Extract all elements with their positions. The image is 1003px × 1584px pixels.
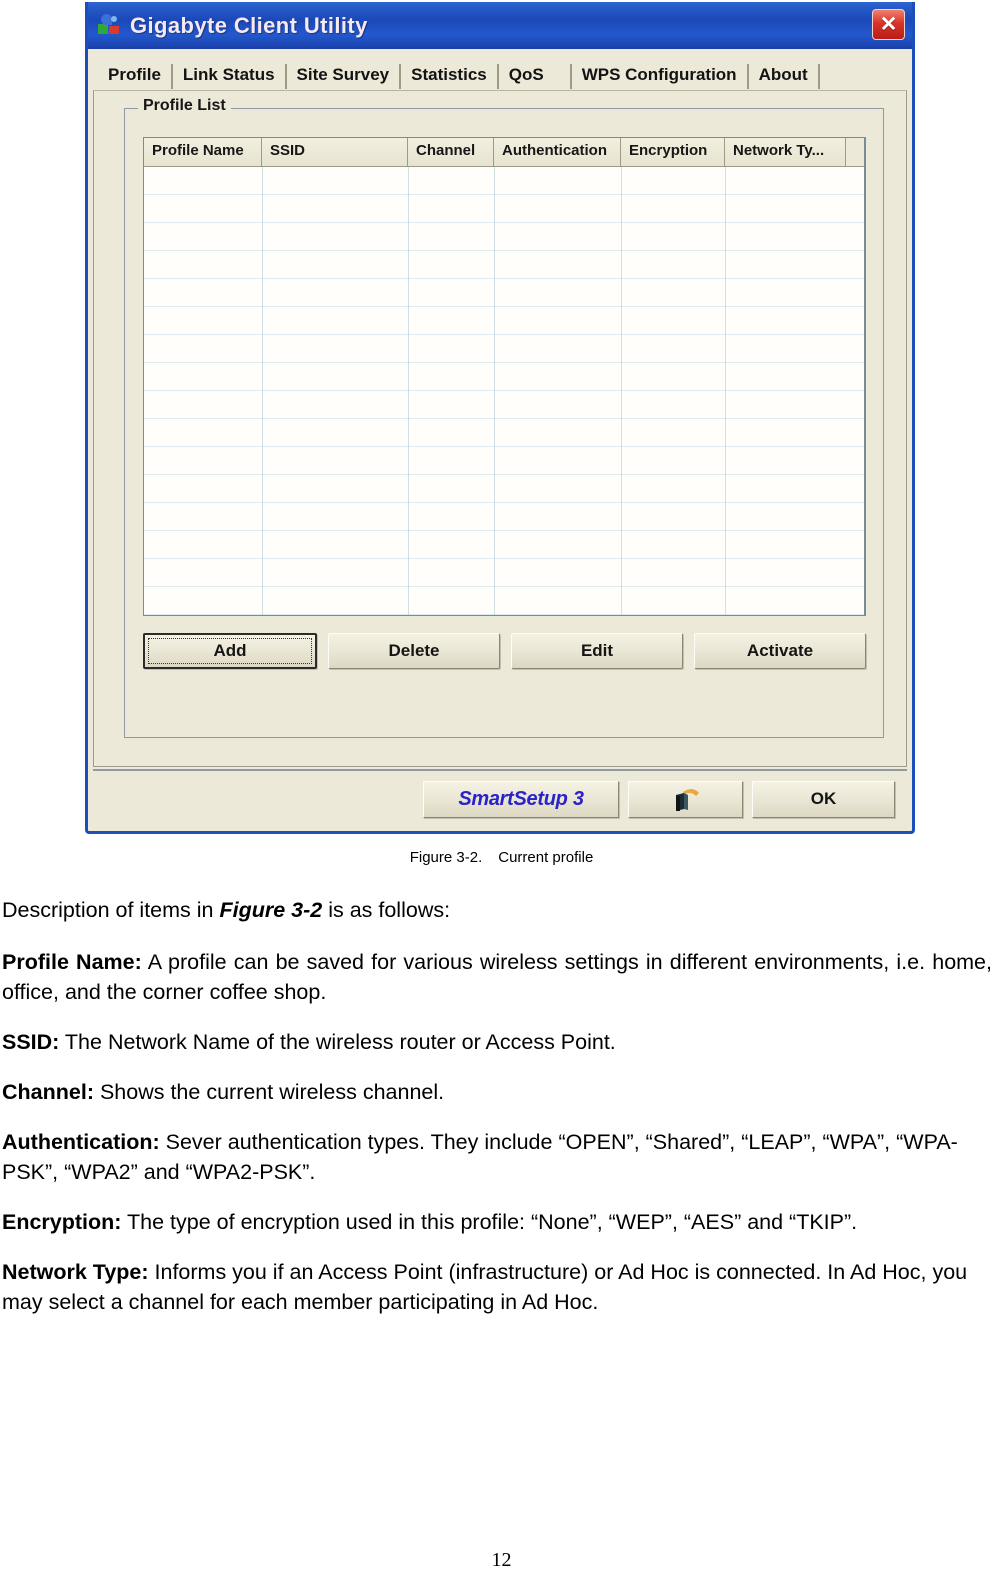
column-gridlines xyxy=(144,167,864,615)
manual-book-icon xyxy=(675,789,699,811)
gigabyte-client-utility-window: Gigabyte Client Utility ✕ Profile Link S… xyxy=(85,2,915,834)
tab-qos[interactable]: QoS xyxy=(499,64,572,89)
tab-statistics[interactable]: Statistics xyxy=(401,64,499,89)
ok-button-label: OK xyxy=(810,789,837,808)
column-header-encryption[interactable]: Encryption xyxy=(621,138,725,166)
figure-title: Current profile xyxy=(498,849,594,866)
profile-list-header: Profile Name SSID Channel Authentication… xyxy=(144,138,864,167)
window-title: Gigabyte Client Utility xyxy=(130,12,368,38)
profile-list-legend: Profile List xyxy=(138,98,231,114)
column-header-ssid[interactable]: SSID xyxy=(262,138,408,166)
edit-button-label: Edit xyxy=(580,641,614,660)
item-term-authentication: Authentication: xyxy=(2,1130,160,1154)
tab-site-survey[interactable]: Site Survey xyxy=(287,64,402,89)
tab-bar: Profile Link Status Site Survey Statisti… xyxy=(88,49,912,89)
profile-action-buttons: Add Delete Edit Activate xyxy=(143,633,866,669)
tab-profile[interactable]: Profile xyxy=(98,64,173,89)
item-term-channel: Channel: xyxy=(2,1080,94,1104)
figure-caption: Figure 3-2. Current profile xyxy=(0,849,1003,866)
close-icon[interactable]: ✕ xyxy=(872,9,905,40)
activate-button[interactable]: Activate xyxy=(694,633,866,669)
row-gridlines xyxy=(144,167,864,615)
delete-button[interactable]: Delete xyxy=(328,633,500,669)
item-network-type: Network Type: Informs you if an Access P… xyxy=(2,1257,992,1317)
item-profile-name: Profile Name: A profile can be saved for… xyxy=(2,947,992,1007)
page-number: 12 xyxy=(491,1549,512,1571)
tab-wps-configuration[interactable]: WPS Configuration xyxy=(572,64,749,89)
dialog-footer: SmartSetup 3 OK xyxy=(93,769,907,827)
item-term-ssid: SSID: xyxy=(2,1030,60,1054)
intro-paragraph: Description of items in Figure 3-2 is as… xyxy=(2,895,992,925)
profile-tab-panel: Profile List Profile Name SSID Channel A… xyxy=(93,90,907,767)
column-header-authentication[interactable]: Authentication xyxy=(494,138,621,166)
edit-button[interactable]: Edit xyxy=(511,633,683,669)
item-text-encryption: The type of encryption used in this prof… xyxy=(121,1210,858,1234)
smartsetup-button[interactable]: SmartSetup 3 xyxy=(423,780,619,818)
intro-suffix: is as follows: xyxy=(322,898,451,922)
delete-button-label: Delete xyxy=(388,641,440,660)
item-text-channel: Shows the current wireless channel. xyxy=(93,1080,445,1104)
tab-link-status[interactable]: Link Status xyxy=(173,64,287,89)
tab-about[interactable]: About xyxy=(749,64,820,89)
focus-ring xyxy=(148,638,312,664)
item-term-profile-name: Profile Name: xyxy=(2,950,142,974)
document-body: Description of items in Figure 3-2 is as… xyxy=(2,895,992,1337)
column-header-network-type[interactable]: Network Ty... xyxy=(725,138,846,166)
profile-list-body[interactable] xyxy=(144,167,864,615)
ok-button[interactable]: OK xyxy=(752,780,895,818)
item-term-network-type: Network Type: xyxy=(2,1260,149,1284)
activate-button-label: Activate xyxy=(746,641,814,660)
item-text-profile-name: A profile can be saved for various wirel… xyxy=(2,950,992,1004)
item-ssid: SSID: The Network Name of the wireless r… xyxy=(2,1027,992,1057)
column-header-channel[interactable]: Channel xyxy=(408,138,494,166)
intro-prefix: Description of items in xyxy=(2,898,220,922)
item-term-encryption: Encryption: xyxy=(2,1210,122,1234)
smartsetup-label: SmartSetup 3 xyxy=(458,787,584,810)
profile-list-groupbox: Profile List Profile Name SSID Channel A… xyxy=(124,98,884,738)
item-text-ssid: The Network Name of the wireless router … xyxy=(59,1030,616,1054)
column-header-profile-name[interactable]: Profile Name xyxy=(144,138,262,166)
gigabyte-logo-icon xyxy=(97,13,123,39)
item-encryption: Encryption: The type of encryption used … xyxy=(2,1207,992,1237)
window-title-bar: Gigabyte Client Utility ✕ xyxy=(88,2,912,49)
item-channel: Channel: Shows the current wireless chan… xyxy=(2,1077,992,1107)
profile-list-view[interactable]: Profile Name SSID Channel Authentication… xyxy=(143,137,866,616)
help-manual-button[interactable] xyxy=(628,780,743,818)
intro-figure-ref: Figure 3-2 xyxy=(219,898,323,922)
item-authentication: Authentication: Sever authentication typ… xyxy=(2,1127,992,1187)
add-button[interactable]: Add xyxy=(143,633,317,669)
figure-number: Figure 3-2. xyxy=(409,849,483,866)
close-glyph: ✕ xyxy=(879,13,898,36)
